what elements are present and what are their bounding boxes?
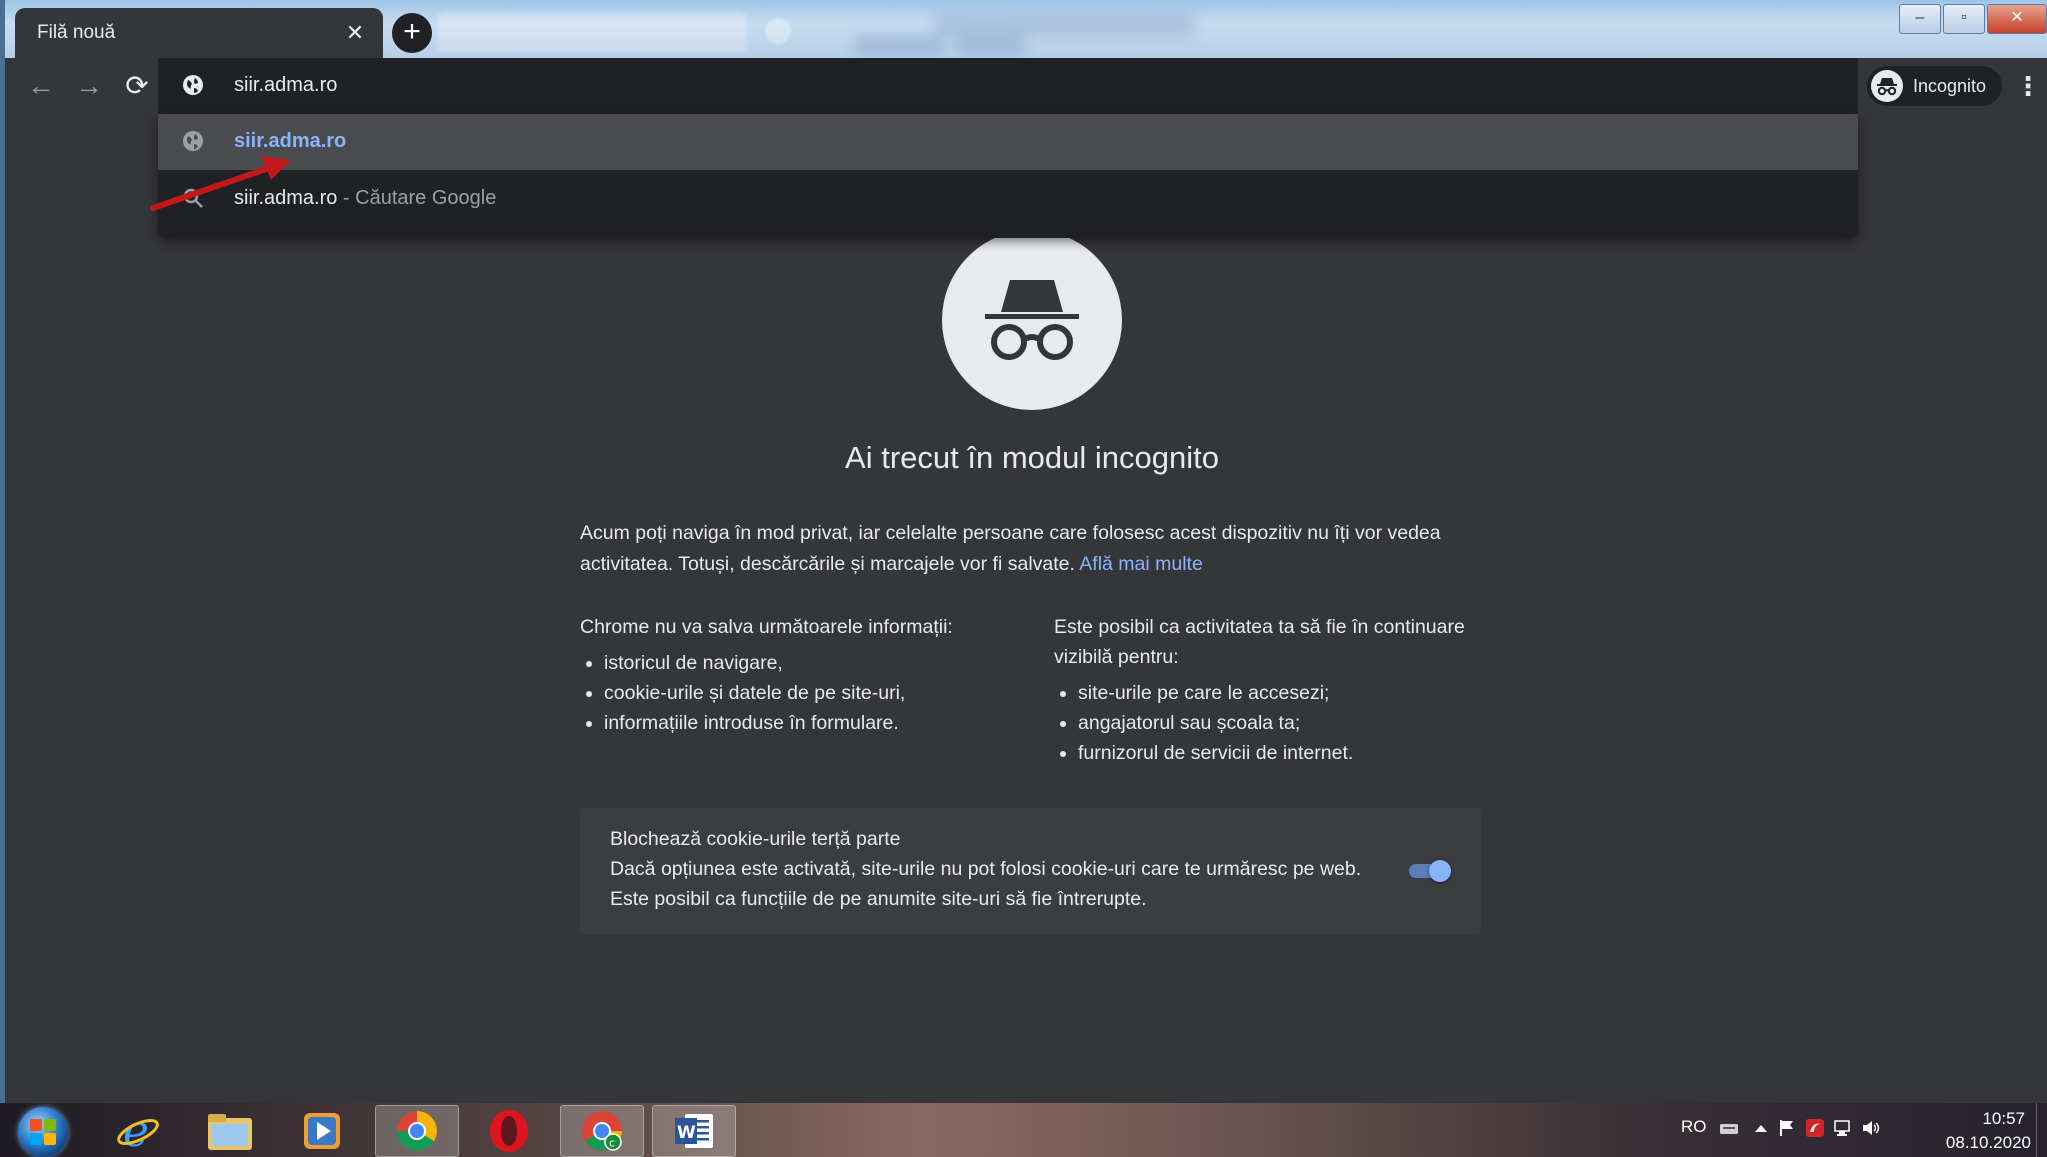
svg-text:e: e bbox=[123, 1108, 149, 1154]
list-item: informațiile introduse în formulare. bbox=[604, 708, 1010, 738]
show-desktop-button[interactable] bbox=[2036, 1103, 2047, 1157]
forward-button[interactable]: → bbox=[73, 70, 105, 102]
list-item: furnizorul de servicii de internet. bbox=[1078, 738, 1484, 768]
chrome-canary-icon[interactable]: c bbox=[560, 1105, 644, 1157]
reload-button[interactable]: ⟳ bbox=[121, 70, 153, 102]
omnibox-suggestions: siir.adma.ro siir.adma.ro - Căutare Goog… bbox=[158, 114, 1858, 238]
chrome-icon[interactable] bbox=[375, 1105, 459, 1157]
suggestion-text: siir.adma.ro - Căutare Google bbox=[234, 187, 496, 210]
keyboard-icon[interactable] bbox=[1719, 1118, 1739, 1138]
back-button[interactable]: ← bbox=[25, 70, 57, 102]
suggestion-search[interactable]: siir.adma.ro - Căutare Google bbox=[158, 171, 1858, 227]
omnibox[interactable] bbox=[158, 58, 1858, 114]
maximize-button[interactable]: ▫ bbox=[1943, 4, 1985, 34]
toggle-knob bbox=[1429, 860, 1451, 882]
toolbar: ← → ⟳ Incognito ⋮ bbox=[5, 58, 2047, 114]
language-indicator[interactable]: RO bbox=[1681, 1117, 1707, 1137]
tab-new-tab[interactable]: Filă nouă ✕ bbox=[15, 8, 383, 58]
svg-text:W: W bbox=[677, 1123, 696, 1143]
incognito-spy-icon bbox=[942, 230, 1122, 410]
list-item: angajatorul sau școala ta; bbox=[1078, 708, 1484, 738]
suggestion-suffix: - Căutare Google bbox=[337, 187, 497, 209]
visible-to-heading: Este posibil ca activitatea ta să fie în… bbox=[1054, 616, 1465, 668]
incognito-ntp: Ai trecut în modul incognito Acum poți n… bbox=[5, 114, 2047, 1103]
window-controls: – ▫ ✕ bbox=[1897, 4, 2047, 34]
start-button[interactable] bbox=[18, 1107, 68, 1157]
volume-icon[interactable] bbox=[1861, 1118, 1881, 1138]
internet-explorer-icon[interactable]: e bbox=[96, 1105, 180, 1157]
background-window-new-tab bbox=[765, 18, 791, 44]
antivirus-icon[interactable] bbox=[1805, 1118, 1825, 1138]
kebab-menu-icon[interactable]: ⋮ bbox=[2015, 70, 2041, 102]
globe-icon bbox=[183, 131, 203, 151]
page-title: Ai trecut în modul incognito bbox=[845, 440, 1219, 475]
omnibox-input[interactable] bbox=[234, 74, 1734, 97]
show-hidden-icons-icon[interactable] bbox=[1751, 1118, 1771, 1138]
new-tab-button[interactable]: + bbox=[392, 13, 432, 53]
learn-more-link[interactable]: Află mai multe bbox=[1079, 553, 1203, 575]
clock-date[interactable]: 08.10.2020 bbox=[1946, 1133, 2031, 1153]
suggestion-text: siir.adma.ro bbox=[234, 130, 346, 153]
network-icon[interactable] bbox=[1833, 1118, 1853, 1138]
globe-icon bbox=[183, 75, 203, 95]
suggestion-query: siir.adma.ro bbox=[234, 187, 338, 209]
taskbar: e c W RO 10:57 08.10.2020 bbox=[0, 1103, 2047, 1157]
clock-time[interactable]: 10:57 bbox=[1982, 1109, 2025, 1129]
background-window-tab bbox=[437, 12, 747, 52]
background-window-detail bbox=[955, 34, 1025, 56]
not-saved-column: Chrome nu va salva următoarele informați… bbox=[580, 612, 1010, 738]
windows-logo-icon bbox=[30, 1119, 56, 1145]
incognito-icon bbox=[1871, 70, 1903, 102]
suggestion-url-text: siir.adma.ro bbox=[234, 130, 347, 152]
not-saved-heading: Chrome nu va salva următoarele informați… bbox=[580, 616, 953, 638]
word-icon[interactable]: W bbox=[652, 1105, 736, 1157]
minimize-button[interactable]: – bbox=[1899, 4, 1941, 34]
intro-text: Acum poți naviga în mod privat, iar cele… bbox=[580, 522, 1441, 575]
file-explorer-icon[interactable] bbox=[188, 1105, 272, 1157]
suggestion-url[interactable]: siir.adma.ro bbox=[158, 114, 1858, 170]
visible-to-column: Este posibil ca activitatea ta să fie în… bbox=[1054, 612, 1484, 768]
intro-paragraph: Acum poți naviga în mod privat, iar cele… bbox=[580, 518, 1480, 580]
visible-to-list: site-urile pe care le accesezi; angajato… bbox=[1054, 678, 1484, 768]
list-item: site-urile pe care le accesezi; bbox=[1078, 678, 1484, 708]
cookie-card-title: Blochează cookie-urile terță parte bbox=[610, 828, 901, 850]
third-party-cookies-card: Blochează cookie-urile terță parte Dacă … bbox=[580, 808, 1481, 934]
cookie-card-description: Dacă opțiunea este activată, site-urile … bbox=[610, 858, 1362, 910]
incognito-profile-chip[interactable]: Incognito bbox=[1867, 66, 2002, 106]
search-icon bbox=[183, 188, 203, 208]
tab-title: Filă nouă bbox=[37, 22, 116, 43]
tab-close-icon[interactable]: ✕ bbox=[341, 20, 369, 46]
background-window-detail bbox=[855, 34, 945, 56]
list-item: istoricul de navigare, bbox=[604, 648, 1010, 678]
not-saved-list: istoricul de navigare, cookie-urile și d… bbox=[580, 648, 1010, 738]
system-tray: RO 10:57 08.10.2020 bbox=[1667, 1103, 2047, 1157]
tab-strip: Filă nouă ✕ + – ▫ ✕ bbox=[5, 0, 2047, 58]
close-window-button[interactable]: ✕ bbox=[1987, 4, 2047, 34]
svg-text:c: c bbox=[609, 1137, 615, 1150]
opera-icon[interactable] bbox=[467, 1105, 551, 1157]
background-window-title bbox=[935, 14, 1195, 36]
list-item: cookie-urile și datele de pe site-uri, bbox=[604, 678, 1010, 708]
action-center-flag-icon[interactable] bbox=[1777, 1118, 1797, 1138]
browser-window: Filă nouă ✕ + – ▫ ✕ ← → ⟳ siir.adma.ro I… bbox=[5, 0, 2047, 1103]
block-cookies-toggle[interactable] bbox=[1405, 858, 1451, 884]
incognito-label: Incognito bbox=[1913, 75, 1987, 96]
media-player-icon[interactable] bbox=[280, 1105, 364, 1157]
